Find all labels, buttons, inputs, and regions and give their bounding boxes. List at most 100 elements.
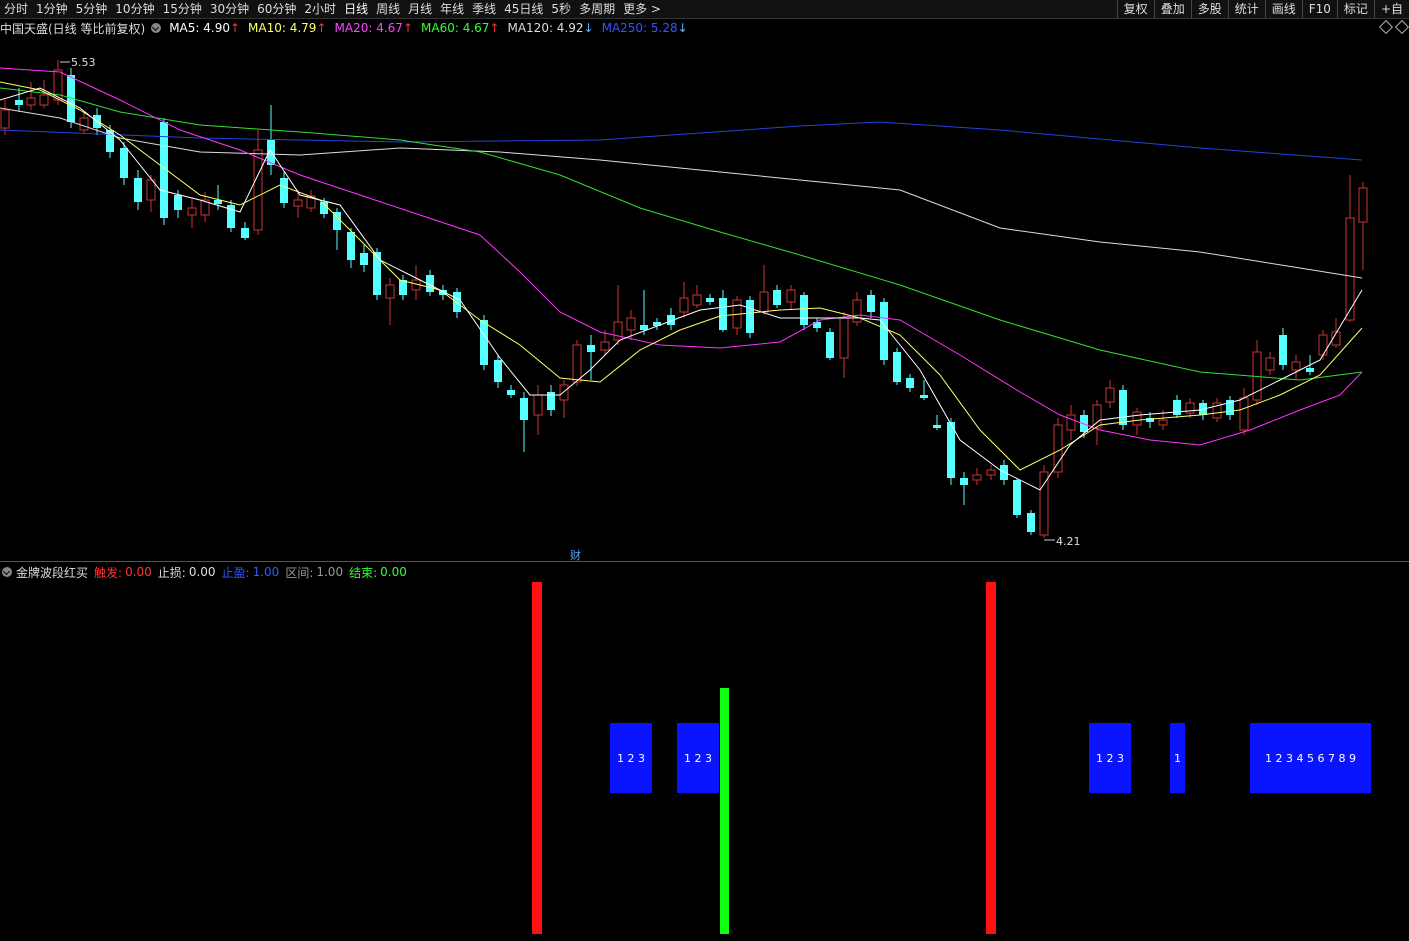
candle-body: [759, 291, 769, 313]
candle-body: [786, 289, 796, 303]
red-buy-signal-bar: [986, 582, 996, 934]
candle-body: [572, 344, 582, 383]
indicator-legend-bar: 金牌波段红买 触发: 0.00 止损: 0.00 止盈: 1.00 区间: 1.…: [0, 563, 1409, 581]
candle-body: [692, 294, 702, 306]
range-label: 区间:: [285, 565, 314, 580]
candle-body: [253, 149, 263, 231]
candle-body: [640, 325, 648, 330]
signal-box-label: 1 2 3: [684, 752, 712, 765]
candle-body: [1358, 187, 1368, 223]
candle-body: [852, 299, 862, 323]
ma10-line: [0, 81, 1363, 471]
candle-body: [241, 228, 249, 238]
indicator-name[interactable]: 金牌波段红买: [16, 564, 88, 581]
candle-body: [613, 321, 623, 341]
candle-body: [719, 298, 727, 330]
candle-body: [1306, 368, 1314, 372]
trigger-label: 触发:: [94, 565, 123, 580]
indicator-collapse-icon[interactable]: [2, 567, 12, 577]
candlesticks: [0, 60, 1368, 538]
ma5-line: [0, 87, 1363, 491]
signal-box-label: 1 2 3: [1096, 752, 1124, 765]
candle-body: [399, 280, 407, 295]
candle-body: [373, 252, 381, 295]
price-annotations: 5.53 4.21 财: [60, 56, 1081, 562]
candle-body: [706, 298, 714, 302]
candle-body: [559, 384, 569, 401]
candle-body: [293, 199, 303, 207]
candle-body: [39, 94, 49, 106]
ma20-line: [0, 67, 1363, 446]
candle-body: [1119, 390, 1127, 425]
finance-marker[interactable]: 财: [570, 548, 581, 562]
end-value: 0.00: [380, 565, 407, 579]
kline-chart[interactable]: 5.53 4.21 财 1 2 3 1 2 3 1 2 3 1 1 2 3 4 5 6 …: [0, 0, 1409, 941]
candle-body: [746, 300, 754, 333]
ma250-line: [0, 121, 1363, 161]
candle-body: [1132, 411, 1142, 426]
candle-body: [174, 195, 182, 210]
candle-body: [960, 478, 968, 485]
candle-body: [1173, 400, 1181, 415]
candle-body: [347, 232, 355, 260]
stoploss-label: 止损:: [157, 565, 186, 580]
candle-body: [187, 207, 197, 216]
candle-body: [1158, 419, 1168, 426]
candle-body: [947, 422, 955, 478]
candle-body: [893, 352, 901, 382]
candle-body: [480, 320, 488, 365]
candle-body: [360, 253, 368, 265]
low-price-label: 4.21: [1056, 535, 1081, 548]
candle-body: [1027, 513, 1035, 532]
candle-body: [986, 469, 996, 476]
candle-body: [906, 378, 914, 388]
indicator-signals: 1 2 3 1 2 3 1 2 3 1 1 2 3 4 5 6 7 8 9: [532, 582, 1371, 934]
green-end-signal-bar: [720, 688, 729, 934]
candle-body: [1291, 361, 1301, 371]
takeprofit-value: 1.00: [252, 565, 280, 579]
range-value: 1.00: [316, 565, 344, 579]
candle-body: [880, 302, 888, 360]
signal-box-label: 1: [1174, 752, 1181, 765]
candle-body: [826, 332, 834, 358]
candle-body: [134, 178, 142, 202]
candle-body: [1013, 480, 1021, 515]
candle-body: [867, 295, 875, 312]
candle-body: [79, 117, 89, 131]
ma60-line: [0, 87, 1363, 381]
signal-box-label: 1 2 3 4 5 6 7 8 9: [1265, 752, 1356, 765]
candle-body: [1239, 397, 1249, 431]
stoploss-value: 0.00: [188, 565, 216, 579]
candle-body: [0, 109, 10, 129]
signal-box-label: 1 2 3: [617, 752, 645, 765]
high-price-label: 5.53: [71, 56, 96, 69]
trigger-value: 0.00: [125, 565, 152, 579]
candle-body: [507, 390, 515, 395]
candle-body: [800, 295, 808, 325]
candle-body: [1265, 357, 1275, 371]
candle-body: [385, 284, 395, 299]
candle-body: [1279, 335, 1287, 365]
candle-body: [453, 292, 461, 312]
candle-body: [773, 290, 781, 305]
candle-body: [1053, 424, 1063, 473]
candle-body: [533, 394, 543, 416]
candle-body: [1066, 414, 1076, 431]
red-buy-signal-bar: [532, 582, 542, 934]
candle-body: [600, 341, 610, 351]
candle-body: [494, 360, 502, 382]
candle-body: [1318, 334, 1328, 356]
candle-body: [1105, 387, 1115, 403]
end-label: 结束:: [349, 565, 378, 580]
candle-body: [520, 398, 528, 420]
candle-body: [972, 474, 982, 481]
pane-divider[interactable]: [0, 561, 1409, 562]
candle-body: [679, 297, 689, 313]
moving-average-lines: [0, 67, 1363, 491]
takeprofit-label: 止盈:: [221, 565, 250, 580]
candle-body: [626, 317, 636, 331]
ma120-line: [0, 107, 1363, 279]
candle-body: [933, 425, 941, 428]
candle-body: [1039, 471, 1049, 536]
candle-body: [15, 100, 23, 105]
